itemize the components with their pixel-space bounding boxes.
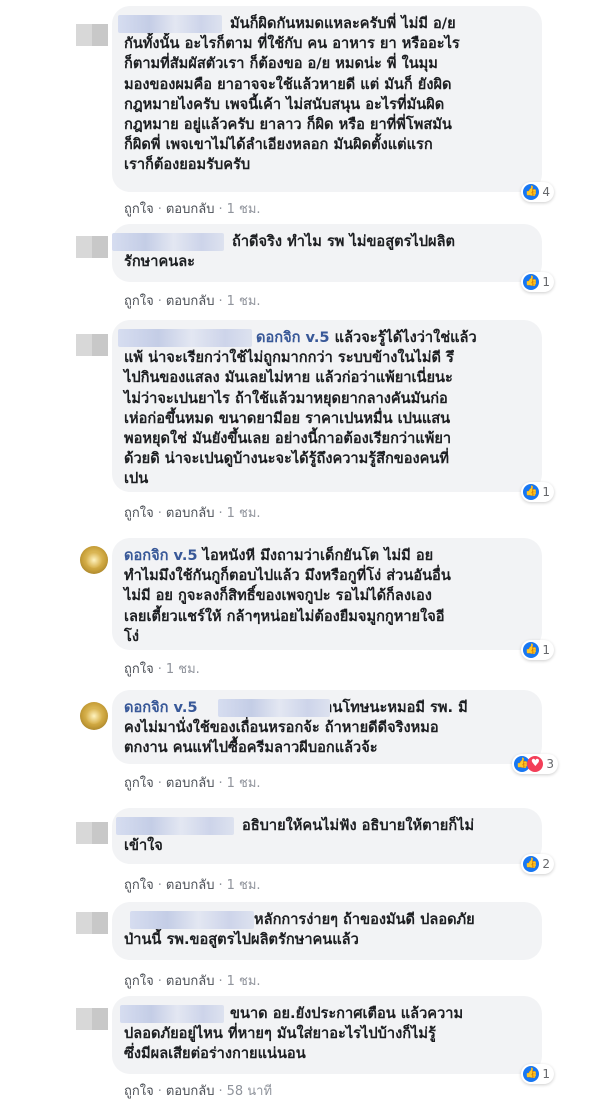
reply-link[interactable]: ตอบกลับ	[166, 294, 215, 309]
reply-link[interactable]: ตอบกลับ	[166, 202, 215, 217]
comment-time[interactable]: 1 ชม.	[227, 202, 261, 217]
comment-actions: ถูกใจ · ตอบกลับ · 1 ชม.	[124, 776, 261, 791]
blurred-author-name	[116, 817, 234, 835]
reaction-summary[interactable]: 👍 4	[521, 182, 554, 202]
reply-link[interactable]: ตอบกลับ	[166, 878, 215, 893]
like-icon: 👍	[523, 184, 540, 200]
like-icon: 👍	[523, 274, 540, 290]
reaction-count: 1	[542, 1067, 550, 1081]
blurred-author-name	[118, 15, 222, 33]
comment-actions: ถูกใจ · 1 ชม.	[124, 662, 200, 677]
blurred-author-name	[130, 911, 254, 929]
reaction-summary[interactable]: 👍 ♥ 3	[512, 754, 558, 774]
comment-text: มันก็ผิดกันหมดแหละครับพี่ ไม่มี อ/ย กันท…	[124, 15, 460, 174]
comment-time[interactable]: 1 ชม.	[227, 974, 261, 989]
comment-bubble: อธิบายให้คนไม่ฟัง อธิบายให้ตายก็ไม่ เข้า…	[112, 808, 554, 874]
comment-actions: ถูกใจ · ตอบกลับ · 1 ชม.	[124, 294, 261, 309]
avatar[interactable]	[80, 546, 108, 574]
love-icon: ♥	[527, 756, 544, 772]
comment-actions: ถูกใจ · ตอบกลับ · 1 ชม.	[124, 202, 261, 217]
comment-bubble: ดอกจิก v.5 ทานโทษนะหมอมี รพ. มี คงไม่มาน…	[112, 690, 558, 774]
like-link[interactable]: ถูกใจ	[124, 776, 154, 791]
comment-bubble: ถ้าดีจริง ทำไม รพ ไม่ขอสูตรไปผลิต รักษาค…	[112, 224, 554, 292]
comment-actions: ถูกใจ · ตอบกลับ · 1 ชม.	[124, 878, 261, 893]
reaction-count: 1	[542, 275, 550, 289]
like-link[interactable]: ถูกใจ	[124, 974, 154, 989]
avatar[interactable]	[68, 226, 108, 266]
avatar[interactable]	[68, 324, 108, 364]
avatar[interactable]	[68, 14, 108, 54]
comment-time[interactable]: 1 ชม.	[227, 294, 261, 309]
comment-text: ดอกจิก v.5 ไอหนังหี มึงถามว่าเด็กยันโต ไ…	[124, 546, 530, 647]
comment-time[interactable]: 1 ชม.	[227, 506, 261, 521]
reaction-summary[interactable]: 👍 1	[521, 272, 554, 292]
blurred-author-name	[112, 233, 224, 251]
comment-time[interactable]: 1 ชม.	[227, 878, 261, 893]
reaction-summary[interactable]: 👍 1	[521, 482, 554, 502]
reply-link[interactable]: ตอบกลับ	[166, 974, 215, 989]
comment-actions: ถูกใจ · ตอบกลับ · 1 ชม.	[124, 974, 261, 989]
reaction-summary[interactable]: 👍 2	[521, 854, 554, 874]
like-link[interactable]: ถูกใจ	[124, 878, 154, 893]
reaction-count: 4	[542, 185, 550, 199]
reaction-summary[interactable]: 👍 1	[521, 1064, 554, 1084]
comment-bubble: ดอกจิก v.5 ไอหนังหี มึงถามว่าเด็กยันโต ไ…	[112, 538, 554, 660]
author-name[interactable]: ดอกจิก v.5	[124, 699, 198, 716]
avatar[interactable]	[80, 702, 108, 730]
blurred-author-name	[218, 699, 330, 717]
comment-bubble: ดอกจิก v.5 แล้วจะรู้ได้ไงว่าใช่แล้ว แพ้ …	[112, 320, 554, 502]
like-link[interactable]: ถูกใจ	[124, 202, 154, 217]
reaction-summary[interactable]: 👍 1	[521, 640, 554, 660]
comment-bubble: มันก็ผิดกันหมดแหละครับพี่ ไม่มี อ/ย กันท…	[112, 6, 554, 202]
like-link[interactable]: ถูกใจ	[124, 294, 154, 309]
comment-time[interactable]: 58 นาที	[227, 1084, 272, 1099]
comment-text: ดอกจิก v.5 แล้วจะรู้ได้ไงว่าใช่แล้ว แพ้ …	[124, 328, 530, 490]
reaction-count: 3	[546, 757, 554, 771]
comment-bubble: หลักการง่ายๆ ถ้าของมันดี ปลอดภัย ป่านนี้…	[112, 902, 542, 960]
reply-link[interactable]: ตอบกลับ	[166, 776, 215, 791]
reaction-count: 1	[542, 643, 550, 657]
comment-time[interactable]: 1 ชม.	[166, 662, 200, 677]
like-icon: 👍	[523, 856, 540, 872]
like-link[interactable]: ถูกใจ	[124, 1084, 154, 1099]
like-icon: 👍	[523, 484, 540, 500]
like-icon: 👍	[523, 1066, 540, 1082]
reaction-count: 1	[542, 485, 550, 499]
avatar[interactable]	[68, 998, 108, 1038]
author-name[interactable]: ดอกจิก v.5	[256, 329, 330, 346]
like-link[interactable]: ถูกใจ	[124, 506, 154, 521]
comment-actions: ถูกใจ · ตอบกลับ · 58 นาที	[124, 1084, 273, 1099]
like-icon: 👍	[523, 642, 540, 658]
comment-body: แล้วจะรู้ได้ไงว่าใช่แล้ว แพ้ น่าจะเรียกว…	[124, 329, 477, 488]
avatar[interactable]	[68, 902, 108, 942]
like-link[interactable]: ถูกใจ	[124, 662, 154, 677]
blurred-author-name	[120, 1005, 224, 1023]
avatar[interactable]	[68, 812, 108, 852]
reply-link[interactable]: ตอบกลับ	[166, 506, 215, 521]
comment-actions: ถูกใจ · ตอบกลับ · 1 ชม.	[124, 506, 261, 521]
blurred-author-name	[118, 329, 252, 347]
author-name[interactable]: ดอกจิก v.5	[124, 547, 198, 564]
reply-link[interactable]: ตอบกลับ	[166, 1084, 215, 1099]
reaction-count: 2	[542, 857, 550, 871]
comment-time[interactable]: 1 ชม.	[227, 776, 261, 791]
comment-bubble: ขนาด อย.ยังประกาศเตือน แล้วความ ปลอดภัยอ…	[112, 996, 554, 1084]
